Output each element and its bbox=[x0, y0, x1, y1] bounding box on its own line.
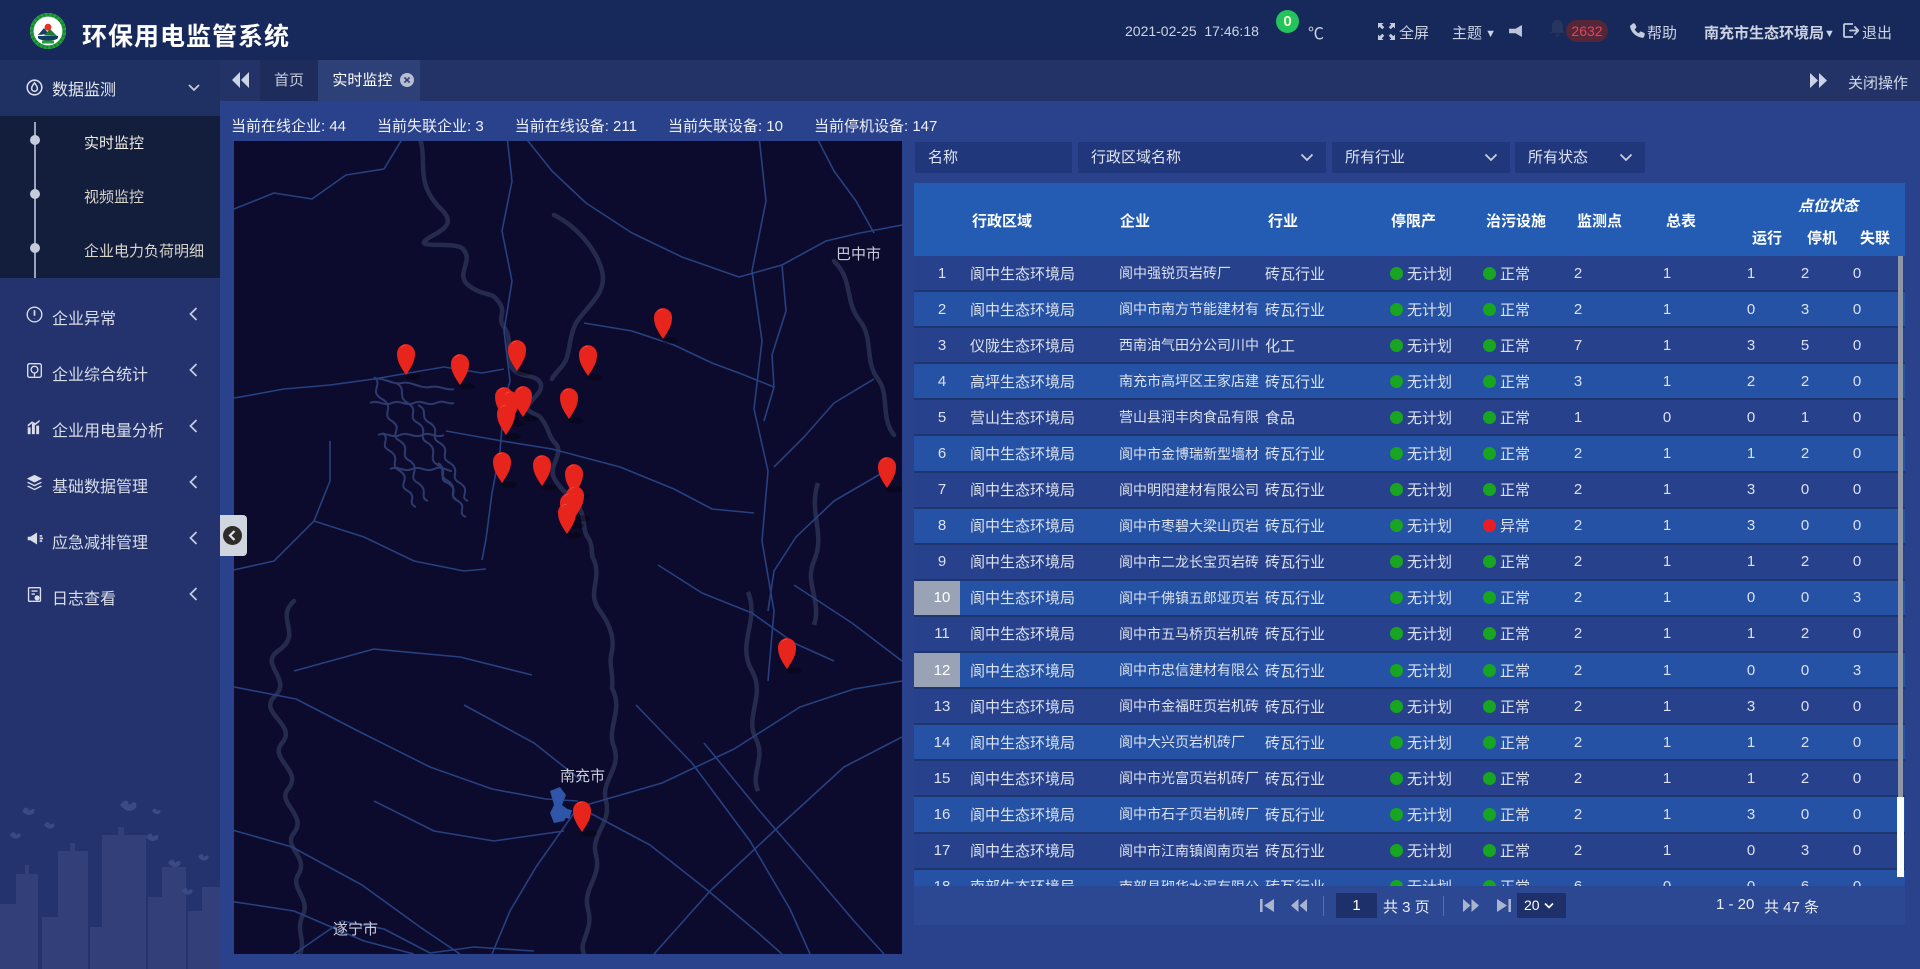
svg-text:巴中市: 巴中市 bbox=[836, 246, 881, 263]
svg-text:南充市: 南充市 bbox=[560, 768, 605, 785]
svg-text:遂宁市: 遂宁市 bbox=[333, 921, 378, 938]
